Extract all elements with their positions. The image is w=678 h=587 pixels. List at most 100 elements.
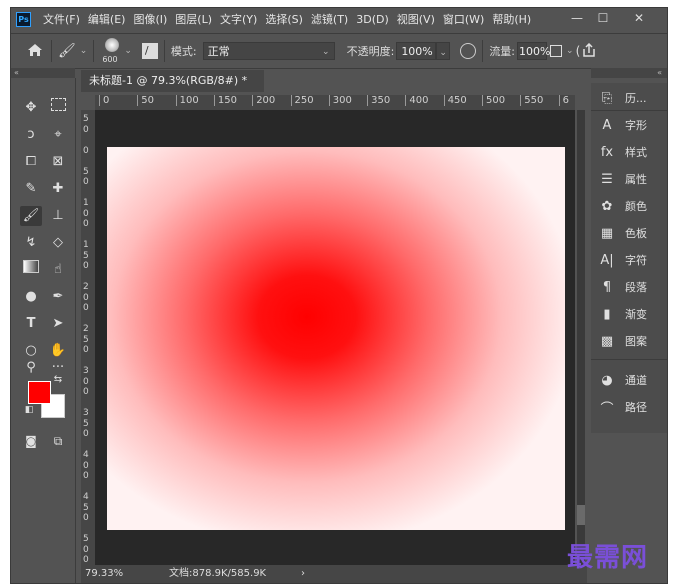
- ruler-h-label: 0: [103, 95, 110, 106]
- ruler-v-digit: 2: [83, 324, 89, 334]
- history-brush-tool-icon[interactable]: ↯: [20, 233, 42, 253]
- eyedropper-tool-icon[interactable]: ✎: [20, 179, 42, 199]
- palette-icon: ✿: [601, 198, 613, 214]
- ruler-h-tick: 250: [290, 95, 314, 107]
- quick-mask-icon[interactable]: ◙: [20, 431, 42, 451]
- menu-file[interactable]: 文件(F): [39, 11, 84, 27]
- brush-size-value: 600: [102, 55, 118, 64]
- close-button[interactable]: ✕: [629, 10, 649, 26]
- menu-layer[interactable]: 图层(L): [171, 11, 216, 27]
- fx-icon: fx: [600, 144, 614, 160]
- healing-brush-tool-icon[interactable]: ✚: [47, 179, 69, 199]
- swatches-icon: ▦: [600, 225, 614, 241]
- panel-item-fx[interactable]: fx 样式: [597, 141, 665, 163]
- toolbar-collapse-strip[interactable]: «: [11, 68, 75, 78]
- vertical-ruler[interactable]: 50050100150200250300350400450500: [81, 110, 96, 565]
- collapse-right-icon[interactable]: «: [657, 68, 662, 77]
- menu-view[interactable]: 视图(V): [393, 11, 439, 27]
- pressure-opacity-icon[interactable]: [460, 43, 477, 59]
- marquee-tool-icon[interactable]: [47, 98, 69, 118]
- document-workspace[interactable]: [95, 110, 575, 565]
- vertical-scrollbar[interactable]: [577, 110, 585, 565]
- menu-3d[interactable]: 3D(D): [352, 13, 393, 26]
- document-tab[interactable]: 未标题-1 @ 79.3%(RGB/8#) * ×: [81, 70, 264, 109]
- opacity-dropdown[interactable]: ⌄: [436, 42, 451, 60]
- pen-tool-icon[interactable]: ✒: [47, 287, 69, 307]
- mode-select[interactable]: 正常 ⌄: [202, 42, 335, 60]
- collapse-left-icon[interactable]: «: [14, 68, 19, 77]
- flow-chevron-icon[interactable]: ⌄: [566, 46, 574, 56]
- brush-preset-chevron-icon[interactable]: ⌄: [80, 46, 88, 56]
- gradient-tool-icon[interactable]: [20, 260, 42, 280]
- maximize-button[interactable]: ☐: [593, 10, 613, 26]
- menu-select[interactable]: 选择(S): [261, 11, 307, 27]
- brush-size-picker[interactable]: 600: [100, 36, 124, 66]
- swap-colors-icon[interactable]: ⇆: [51, 374, 65, 386]
- canvas-radial-gradient[interactable]: [107, 147, 565, 530]
- zoom-tool-icon[interactable]: ⚲: [20, 358, 42, 378]
- smoothing-icon[interactable]: (: [576, 44, 581, 58]
- quick-select-tool-icon[interactable]: ⌖: [47, 125, 69, 145]
- brush-size-chevron-icon[interactable]: ⌄: [124, 46, 132, 56]
- move-tool-icon[interactable]: ✥: [20, 98, 42, 118]
- ruler-v-digit: 0: [83, 219, 89, 229]
- panel-item-label: 图案: [625, 335, 647, 348]
- panel-item-properties[interactable]: ☰ 属性: [597, 168, 665, 190]
- stamp-tool-icon[interactable]: ⊥: [47, 206, 69, 226]
- panel-item-patterns[interactable]: ▩ 图案: [597, 330, 665, 352]
- ruler-h-tick: 50: [137, 95, 154, 107]
- ruler-v-digit: 0: [83, 429, 89, 439]
- status-menu-arrow-icon[interactable]: ›: [301, 565, 305, 583]
- panel-item-gradient[interactable]: ▮ 渐变: [597, 303, 665, 325]
- document-info: 文档:878.9K/585.9K: [169, 568, 267, 579]
- frame-tool-icon[interactable]: ⊠: [47, 152, 69, 172]
- menu-image[interactable]: 图像(I): [129, 11, 171, 27]
- horizontal-ruler[interactable]: 0 50 100 150 200 250 300 350 400 450 500 550 6: [95, 95, 575, 111]
- flow-field[interactable]: 100%: [517, 42, 550, 60]
- panel-item-swatches[interactable]: ▦ 色板: [597, 222, 665, 244]
- ruler-v-digit: 0: [83, 303, 89, 313]
- type-icon: A|: [600, 252, 614, 268]
- share-icon[interactable]: [582, 42, 596, 60]
- ruler-v-digit: 3: [83, 366, 89, 376]
- ruler-v-digit: 5: [83, 334, 89, 345]
- panel-item-palette[interactable]: ✿ 颜色: [597, 195, 665, 217]
- screen-mode-icon[interactable]: ⧉: [47, 431, 69, 451]
- home-icon[interactable]: [25, 43, 45, 60]
- mode-value: 正常: [207, 45, 230, 58]
- menu-help[interactable]: 帮助(H): [488, 11, 535, 27]
- ruler-v-digit: 5: [83, 534, 89, 544]
- menu-type[interactable]: 文字(Y): [216, 11, 261, 27]
- foreground-color-swatch[interactable]: [28, 381, 51, 404]
- panel-item-paragraph[interactable]: ¶ 段落: [597, 276, 665, 298]
- panel-collapse-strip[interactable]: «: [591, 68, 667, 78]
- minimize-button[interactable]: —: [567, 10, 587, 26]
- gradient-icon: ▮: [603, 306, 611, 322]
- opacity-field[interactable]: 100%: [396, 42, 437, 60]
- brush-tool-icon[interactable]: 🖌: [58, 43, 76, 59]
- lasso-tool-icon[interactable]: ↄ: [20, 125, 42, 145]
- panel-item-paths[interactable]: ⌒ 路径: [597, 396, 665, 418]
- panel-item-character[interactable]: A 字形: [597, 114, 665, 136]
- ruler-h-tick: 150: [213, 95, 237, 107]
- panel-item-type[interactable]: A| 字符: [597, 249, 665, 271]
- zoom-level[interactable]: 79.33%: [85, 565, 123, 583]
- menu-edit[interactable]: 编辑(E): [84, 11, 130, 27]
- dodge-tool-icon[interactable]: ●: [20, 287, 42, 307]
- scrollbar-thumb[interactable]: [577, 505, 585, 525]
- panel-item-history[interactable]: ⎘ 历...: [597, 87, 665, 109]
- default-colors-icon[interactable]: ◧: [23, 404, 35, 416]
- path-select-tool-icon[interactable]: ➤: [47, 314, 69, 334]
- crop-tool-icon[interactable]: ⧠: [20, 152, 42, 172]
- ruler-v-digit: 4: [83, 492, 89, 502]
- ruler-h-label: 250: [294, 95, 314, 106]
- brush-settings-icon[interactable]: /: [141, 43, 158, 59]
- type-tool-icon[interactable]: T: [20, 314, 42, 334]
- eraser-tool-icon[interactable]: ◇: [47, 233, 69, 253]
- panel-item-channels[interactable]: ◕ 通道: [597, 369, 665, 391]
- brush-tool-icon[interactable]: 🖌: [20, 206, 42, 226]
- airbrush-icon[interactable]: [550, 45, 563, 57]
- menu-window[interactable]: 窗口(W): [439, 11, 488, 27]
- menu-filter[interactable]: 滤镜(T): [307, 11, 352, 27]
- smudge-tool-icon[interactable]: ☝: [47, 260, 69, 280]
